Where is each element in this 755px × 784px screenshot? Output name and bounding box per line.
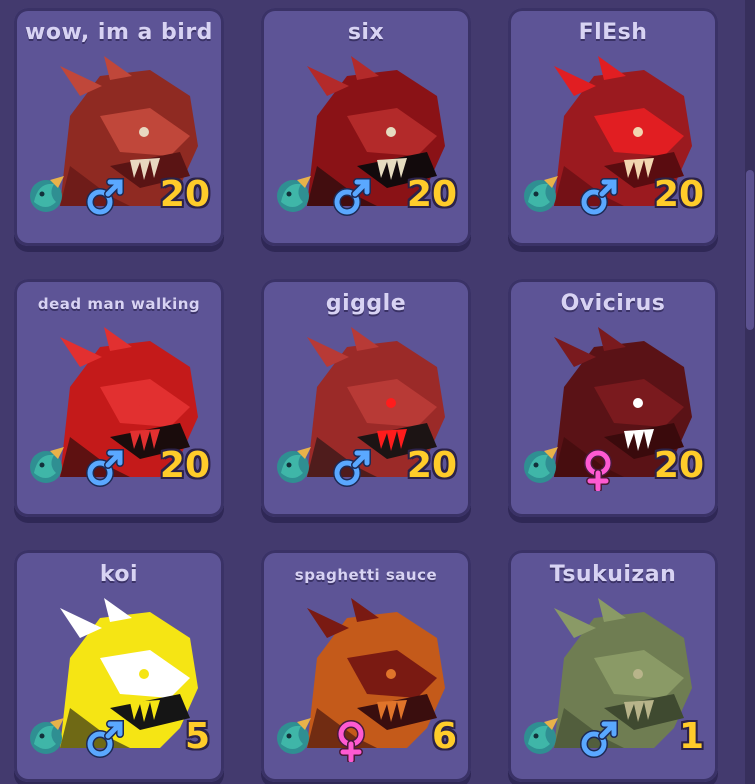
creature-name: six	[347, 20, 385, 45]
dragon-species-icon	[524, 176, 558, 212]
dragon-species-icon	[524, 447, 558, 483]
level-badge: 5	[184, 716, 210, 757]
creature-name: wow, im a bird	[25, 20, 213, 45]
female-symbol-icon	[584, 449, 612, 491]
creature-name: koi	[99, 562, 139, 587]
male-symbol-icon	[580, 178, 618, 216]
male-symbol-icon	[333, 449, 371, 487]
dragon-species-icon	[30, 718, 64, 754]
level-badge: 20	[653, 445, 704, 486]
creature-name: spaghetti sauce	[294, 566, 438, 584]
level-badge: 20	[159, 174, 210, 215]
creature-name: giggle	[325, 291, 407, 316]
creature-card[interactable]: six 20	[261, 8, 471, 246]
male-symbol-icon	[333, 178, 371, 216]
male-symbol-icon	[86, 178, 124, 216]
level-badge: 20	[653, 174, 704, 215]
level-badge: 1	[678, 716, 704, 757]
female-symbol-icon	[337, 720, 365, 762]
dragon-species-icon	[277, 176, 311, 212]
creature-name: FlEsh	[578, 20, 648, 45]
male-symbol-icon	[86, 720, 124, 758]
creature-card[interactable]: spaghetti sauce 6	[261, 550, 471, 782]
creature-card[interactable]: FlEsh 20	[508, 8, 718, 246]
scrollbar[interactable]	[745, 0, 755, 784]
creature-name: dead man walking	[37, 295, 201, 313]
scroll-thumb[interactable]	[746, 170, 754, 330]
creature-card[interactable]: giggle 20	[261, 279, 471, 517]
creature-name: Ovicirus	[560, 291, 666, 316]
level-badge: 20	[406, 174, 457, 215]
creature-card[interactable]: wow, im a bird 20	[14, 8, 224, 246]
level-badge: 20	[406, 445, 457, 486]
dragon-species-icon	[277, 447, 311, 483]
creature-card[interactable]: dead man walking 20	[14, 279, 224, 517]
dragon-species-icon	[30, 447, 64, 483]
male-symbol-icon	[580, 720, 618, 758]
creature-name: Tsukuizan	[549, 562, 677, 587]
male-symbol-icon	[86, 449, 124, 487]
creature-grid: wow, im a bird 20 six 20 FlEsh 20 dead m…	[14, 8, 724, 782]
level-badge: 6	[431, 716, 457, 757]
creature-card[interactable]: Ovicirus 20	[508, 279, 718, 517]
creature-card[interactable]: Tsukuizan 1	[508, 550, 718, 782]
dragon-species-icon	[30, 176, 64, 212]
level-badge: 20	[159, 445, 210, 486]
dragon-species-icon	[277, 718, 311, 754]
dragon-species-icon	[524, 718, 558, 754]
creature-card[interactable]: koi 5	[14, 550, 224, 782]
inventory-panel: wow, im a bird 20 six 20 FlEsh 20 dead m…	[0, 0, 748, 784]
